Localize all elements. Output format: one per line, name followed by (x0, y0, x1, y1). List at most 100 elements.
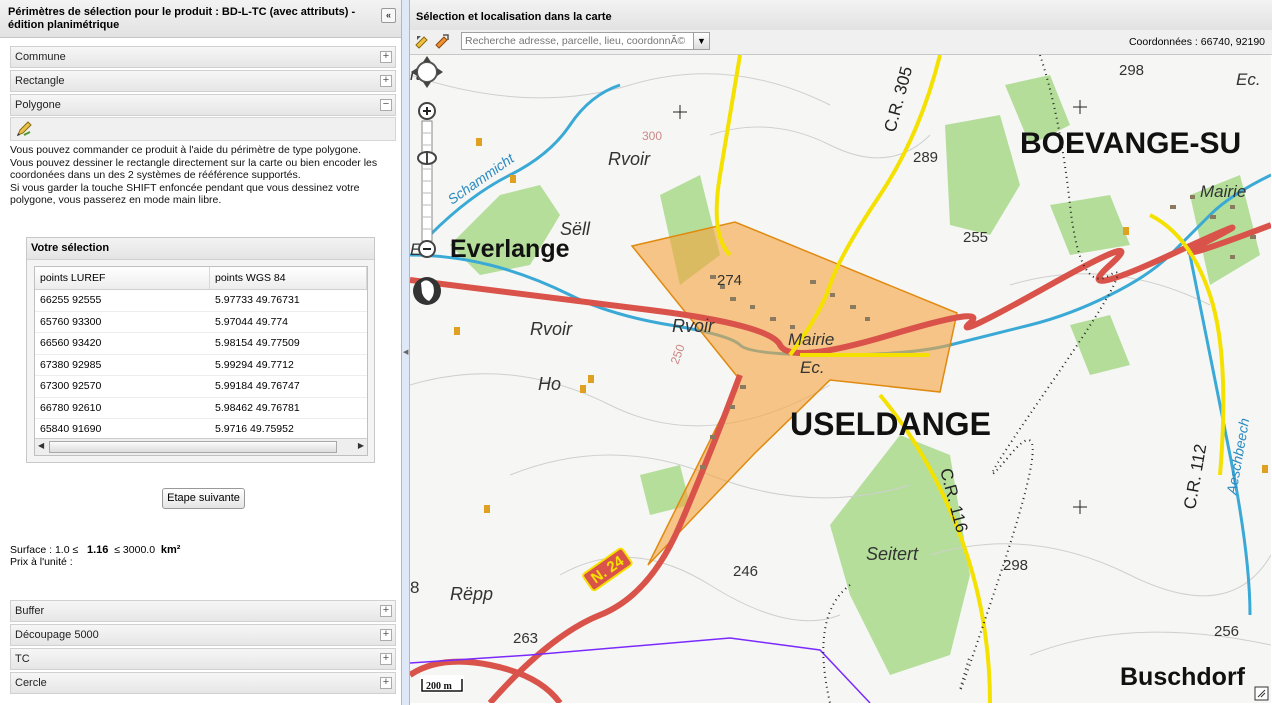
zoom-slider-handle[interactable] (417, 151, 437, 165)
label-mairie-center: Mairie (788, 330, 834, 349)
expand-icon[interactable]: + (380, 51, 392, 63)
table-row[interactable]: 67300 92570 5.99184 49.76747 (35, 376, 367, 398)
map-navigation[interactable] (410, 55, 444, 325)
label-aeschbeech: Aeschbeech (1223, 417, 1252, 497)
selection-box: Votre sélection points LUREF points WGS … (26, 237, 375, 463)
wgs84-cell: 5.98462 49.76781 (215, 401, 300, 414)
accordion-polygone[interactable]: Polygone − (10, 94, 396, 116)
table-row[interactable]: 67380 92985 5.99294 49.7712 (35, 355, 367, 376)
world-view-icon[interactable] (413, 277, 441, 305)
label-ec-center: Ec. (800, 358, 825, 377)
collapse-panel-button[interactable]: « (381, 8, 396, 23)
table-row[interactable]: 66255 92555 5.97733 49.76731 (35, 290, 367, 312)
accordion-label: TC (15, 653, 30, 665)
table-row[interactable]: 66780 92610 5.98462 49.76781 (35, 398, 367, 419)
label-rvoir-west: Rvoir (530, 319, 573, 339)
spot-height: 274 (717, 272, 742, 289)
description-line: Vous pouvez commander ce produit à l'aid… (10, 144, 362, 156)
chevron-down-icon[interactable]: ▼ (693, 33, 709, 49)
polygon-toolbar (10, 117, 396, 141)
scroll-left-icon[interactable]: ◀ (38, 441, 44, 450)
table-row[interactable]: 65760 93300 5.97044 49.774 (35, 312, 367, 333)
accordion-label: Rectangle (15, 75, 65, 87)
splitter-arrow-icon[interactable]: ◀ (403, 348, 408, 356)
luref-cell: 67300 92570 (40, 380, 102, 392)
search-input[interactable] (462, 33, 691, 49)
next-step-button[interactable]: Etape suivante (162, 488, 245, 509)
grid-header: points LUREF points WGS 84 (35, 267, 367, 290)
polygon-description: Vous pouvez commander ce produit à l'aid… (10, 144, 395, 207)
pan-control[interactable] (411, 56, 443, 88)
expand-icon[interactable]: + (380, 605, 392, 617)
label-cr305: C.R. 305 (881, 64, 917, 134)
label-rvoir-center: Rvoir (672, 316, 715, 336)
label-boevange: BOEVANGE-SU (1020, 127, 1241, 160)
label-cr112: C.R. 112 (1180, 443, 1210, 511)
panel-splitter[interactable]: ◀ (402, 0, 409, 705)
spot-height: 256 (1214, 623, 1239, 640)
surface-value: 1.16 (86, 544, 109, 556)
spot-height: 298 (1119, 62, 1144, 79)
scroll-right-icon[interactable]: ▶ (358, 441, 364, 450)
draw-polygon-icon[interactable] (15, 120, 33, 138)
accordion-cercle[interactable]: Cercle + (10, 672, 396, 694)
wgs84-cell: 5.97733 49.76731 (215, 294, 300, 306)
label-repp: Rëpp (450, 584, 493, 604)
coordinates-readout: Coordonnées : 66740, 92190 (1128, 36, 1265, 48)
map-title: Sélection et localisation dans la carte (410, 0, 1272, 31)
road-shield-n24: N. 24 (582, 547, 633, 592)
label-sell: Sëll (560, 219, 591, 239)
surface-info: Surface : 1.0 ≤ 1.16 ≤ 3000.0 km² Prix à… (10, 544, 180, 568)
spot-height: 246 (733, 563, 758, 580)
luref-cell: 66560 93420 (40, 337, 102, 349)
contour-label: 250 (668, 342, 688, 366)
pan-tool-icon[interactable] (414, 33, 430, 49)
accordion-label: Polygone (15, 99, 61, 111)
expand-icon[interactable]: + (380, 75, 392, 87)
column-header-luref[interactable]: points LUREF (35, 267, 210, 289)
expand-icon[interactable]: + (380, 677, 392, 689)
wgs84-cell: 5.97044 49.774 (215, 315, 288, 328)
description-line: Vous pouvez dessiner le rectangle direct… (10, 156, 378, 182)
selection-panel: Périmètres de sélection pour le produit … (0, 0, 402, 705)
scale-bar: 200 m (420, 675, 464, 693)
accordion-label: Commune (15, 51, 66, 63)
luref-cell: 65760 93300 (40, 315, 102, 328)
expand-icon[interactable]: + (380, 629, 392, 641)
label-mairie-east: Mairie (1200, 182, 1246, 201)
wgs84-cell: 5.99294 49.7712 (215, 358, 294, 371)
surface-label: Surface : 1.0 ≤ (10, 544, 79, 556)
accordion-tc[interactable]: TC + (10, 648, 396, 670)
map-canvas[interactable]: Everlange BOEVANGE-SU USELDANGE Buschdor… (410, 55, 1271, 703)
accordion-decoupage[interactable]: Découpage 5000 + (10, 624, 396, 646)
scale-label: 200 m (426, 681, 453, 692)
accordion-rectangle[interactable]: Rectangle + (10, 70, 396, 92)
horizontal-scrollbar[interactable]: ◀ ▶ (35, 438, 367, 455)
points-grid: points LUREF points WGS 84 66255 92555 5.… (34, 266, 368, 456)
topographic-map[interactable]: Everlange BOEVANGE-SU USELDANGE Buschdor… (410, 55, 1271, 703)
select-tool-icon[interactable] (434, 33, 450, 49)
table-row[interactable]: 66560 93420 5.98154 49.77509 (35, 333, 367, 355)
wgs84-cell: 5.9716 49.75952 (215, 423, 294, 435)
expand-icon[interactable]: + (380, 653, 392, 665)
label-8-edge: 8 (410, 578, 419, 597)
luref-cell: 66780 92610 (40, 401, 102, 414)
resize-grip-icon[interactable] (1254, 686, 1269, 701)
label-ec-east: Ec. (1236, 70, 1261, 89)
column-header-wgs84[interactable]: points WGS 84 (210, 267, 367, 289)
luref-cell: 66255 92555 (40, 294, 102, 306)
wgs84-cell: 5.99184 49.76747 (215, 380, 300, 392)
label-seitert: Seitert (866, 544, 919, 564)
collapse-icon[interactable]: − (380, 99, 392, 111)
search-combobox[interactable]: ▼ (461, 32, 710, 50)
wgs84-cell: 5.98154 49.77509 (215, 337, 300, 349)
label-ho: Ho (538, 374, 561, 394)
surface-max: ≤ 3000.0 (114, 544, 156, 556)
label-everlange: Everlange (450, 235, 570, 263)
scrollbar-thumb[interactable] (49, 441, 337, 453)
spot-height: 298 (1003, 557, 1028, 574)
accordion-commune[interactable]: Commune + (10, 46, 396, 68)
zoom-in-button[interactable] (418, 102, 436, 120)
accordion-buffer[interactable]: Buffer + (10, 600, 396, 622)
zoom-out-button[interactable] (418, 240, 436, 258)
